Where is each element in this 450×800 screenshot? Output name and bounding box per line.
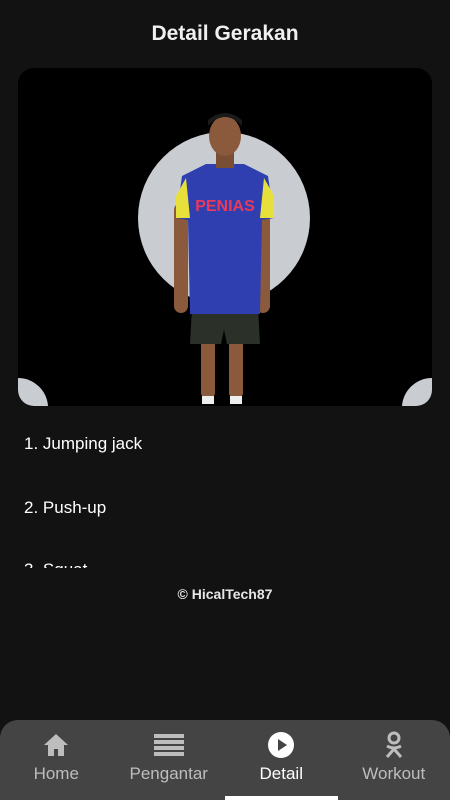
active-tab-indicator bbox=[225, 796, 338, 800]
play-circle-icon bbox=[266, 730, 296, 760]
list-item[interactable]: 1. Jumping jack bbox=[24, 434, 142, 454]
nav-label: Home bbox=[33, 764, 79, 783]
exercise-video[interactable]: PENIAS bbox=[18, 68, 432, 406]
nav-item-pengantar[interactable]: Pengantar bbox=[113, 720, 226, 800]
copyright-text: © HicalTech87 bbox=[177, 586, 273, 602]
list-item[interactable]: 3. Squat bbox=[24, 560, 87, 568]
nav-label: Pengantar bbox=[129, 764, 208, 783]
bottom-navigation: Home Pengantar Detail Workout bbox=[0, 720, 450, 800]
exercise-video-frame: PENIAS bbox=[18, 68, 432, 406]
nav-item-home[interactable]: Home bbox=[0, 720, 113, 800]
nav-item-workout[interactable]: Workout bbox=[338, 720, 450, 800]
nav-label: Detail bbox=[259, 764, 303, 783]
head bbox=[209, 116, 241, 156]
list-item[interactable]: 2. Push-up bbox=[24, 498, 106, 518]
home-icon bbox=[41, 730, 71, 760]
shirt-text: PENIAS bbox=[195, 198, 255, 215]
nav-label: Workout bbox=[362, 764, 426, 783]
app-header: Detail Gerakan bbox=[0, 0, 450, 68]
workout-icon bbox=[379, 730, 409, 760]
exercise-list: 1. Jumping jack 2. Push-up 3. Squat bbox=[0, 408, 450, 568]
shirt bbox=[176, 164, 274, 314]
page-title: Detail Gerakan bbox=[151, 22, 299, 45]
list-icon bbox=[153, 730, 184, 760]
nav-item-detail[interactable]: Detail bbox=[225, 720, 338, 800]
